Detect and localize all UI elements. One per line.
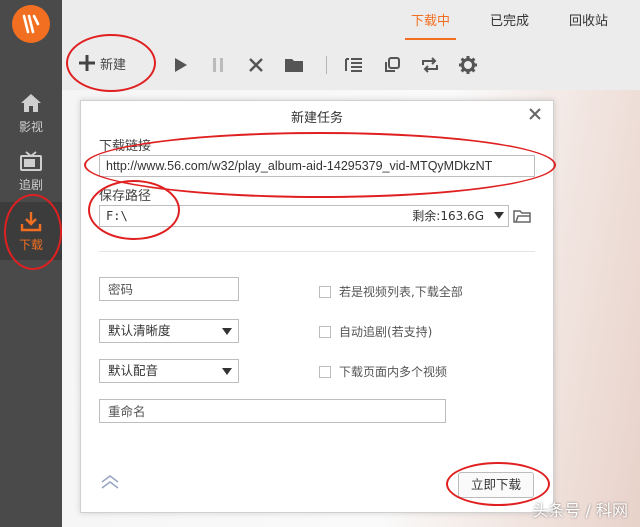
new-task-label: 新建 bbox=[100, 57, 127, 73]
new-task-button[interactable]: 新建 bbox=[76, 52, 126, 74]
list-icon bbox=[345, 58, 362, 72]
save-path-input[interactable]: F:\ 剩余:163.6G bbox=[99, 205, 509, 227]
chevron-down-icon bbox=[222, 328, 232, 335]
toolbar-separator bbox=[326, 56, 327, 74]
repeat-icon bbox=[422, 57, 438, 73]
pause-icon bbox=[213, 58, 223, 72]
sidebar-item-movies[interactable]: 影视 bbox=[0, 84, 62, 142]
audio-select-value: 默认配音 bbox=[108, 363, 159, 378]
download-link-label: 下载链接 bbox=[99, 139, 152, 154]
copy-button[interactable] bbox=[380, 53, 404, 77]
app-logo bbox=[12, 5, 50, 43]
repeat-button[interactable] bbox=[418, 53, 442, 77]
quality-select[interactable]: 默认清晰度 bbox=[99, 319, 239, 343]
save-path-label: 保存路径 bbox=[99, 189, 152, 204]
checkbox-box[interactable] bbox=[319, 365, 331, 378]
play-icon bbox=[175, 58, 187, 72]
checkbox-box[interactable] bbox=[319, 325, 331, 338]
sidebar-item-series[interactable]: 追剧 bbox=[0, 142, 62, 200]
plus-icon bbox=[79, 55, 95, 71]
watermark: 头条号 / 科网 bbox=[532, 501, 628, 520]
close-icon bbox=[529, 108, 541, 120]
audio-select[interactable]: 默认配音 bbox=[99, 359, 239, 383]
delete-icon bbox=[249, 58, 263, 72]
toolbar: 新建 bbox=[62, 40, 640, 90]
rename-field[interactable] bbox=[99, 399, 446, 423]
dialog-divider bbox=[99, 251, 535, 252]
sidebar-item-label: 影视 bbox=[18, 119, 43, 134]
pause-button[interactable] bbox=[206, 53, 230, 77]
folder-icon bbox=[513, 210, 531, 223]
dialog-close-button[interactable] bbox=[527, 106, 543, 122]
delete-button[interactable] bbox=[244, 53, 268, 77]
sidebar-item-download[interactable]: 下载 bbox=[0, 202, 62, 260]
collapse-button[interactable] bbox=[99, 474, 121, 490]
tab-completed[interactable]: 已完成 bbox=[470, 0, 549, 40]
save-path-value: F:\ bbox=[106, 209, 128, 223]
sidebar: 影视 追剧 下载 bbox=[0, 0, 62, 527]
checkbox-box[interactable] bbox=[319, 285, 331, 298]
home-icon bbox=[21, 93, 41, 112]
download-now-button[interactable]: 立即下载 bbox=[458, 472, 534, 498]
topbar: 下载中 已完成 回收站 bbox=[62, 0, 640, 40]
path-dropdown-arrow[interactable] bbox=[494, 212, 504, 219]
download-icon bbox=[20, 211, 42, 231]
sidebar-item-label: 下载 bbox=[18, 237, 43, 252]
checkbox-label: 自动追剧(若支持) bbox=[339, 325, 433, 339]
download-all-checkbox[interactable]: 若是视频列表,下载全部 bbox=[319, 283, 463, 300]
chevron-up-icon bbox=[101, 475, 119, 489]
checkbox-label: 若是视频列表,下载全部 bbox=[339, 285, 463, 299]
task-list-button[interactable] bbox=[342, 53, 366, 77]
password-field[interactable] bbox=[99, 277, 239, 301]
quality-select-value: 默认清晰度 bbox=[108, 323, 171, 338]
auto-follow-checkbox[interactable]: 自动追剧(若支持) bbox=[319, 323, 432, 340]
dialog-title: 新建任务 bbox=[290, 111, 343, 126]
multi-video-checkbox[interactable]: 下载页面内多个视频 bbox=[319, 363, 447, 380]
download-link-input[interactable]: http://www.56.com/w32/play_album-aid-142… bbox=[99, 155, 535, 177]
tab-downloading[interactable]: 下载中 bbox=[391, 0, 470, 40]
new-task-dialog: 新建任务 下载链接 http://www.56.com/w32/play_alb… bbox=[80, 100, 554, 513]
logo-icon bbox=[22, 14, 40, 34]
checkbox-label: 下载页面内多个视频 bbox=[339, 365, 448, 379]
tab-recycle-bin[interactable]: 回收站 bbox=[549, 0, 628, 40]
sidebar-item-label: 追剧 bbox=[18, 177, 43, 192]
chevron-down-icon bbox=[222, 368, 232, 375]
open-folder-button[interactable] bbox=[282, 53, 306, 77]
browse-folder-button[interactable] bbox=[513, 207, 531, 225]
tab-bar: 下载中 已完成 回收站 bbox=[391, 0, 628, 40]
copy-icon bbox=[385, 57, 400, 72]
settings-icon bbox=[459, 56, 477, 74]
folder-icon bbox=[285, 59, 303, 72]
tv-icon bbox=[20, 150, 42, 171]
play-button[interactable] bbox=[168, 53, 192, 77]
free-space-text: 剩余:163.6G bbox=[412, 209, 484, 223]
settings-button[interactable] bbox=[456, 53, 480, 77]
